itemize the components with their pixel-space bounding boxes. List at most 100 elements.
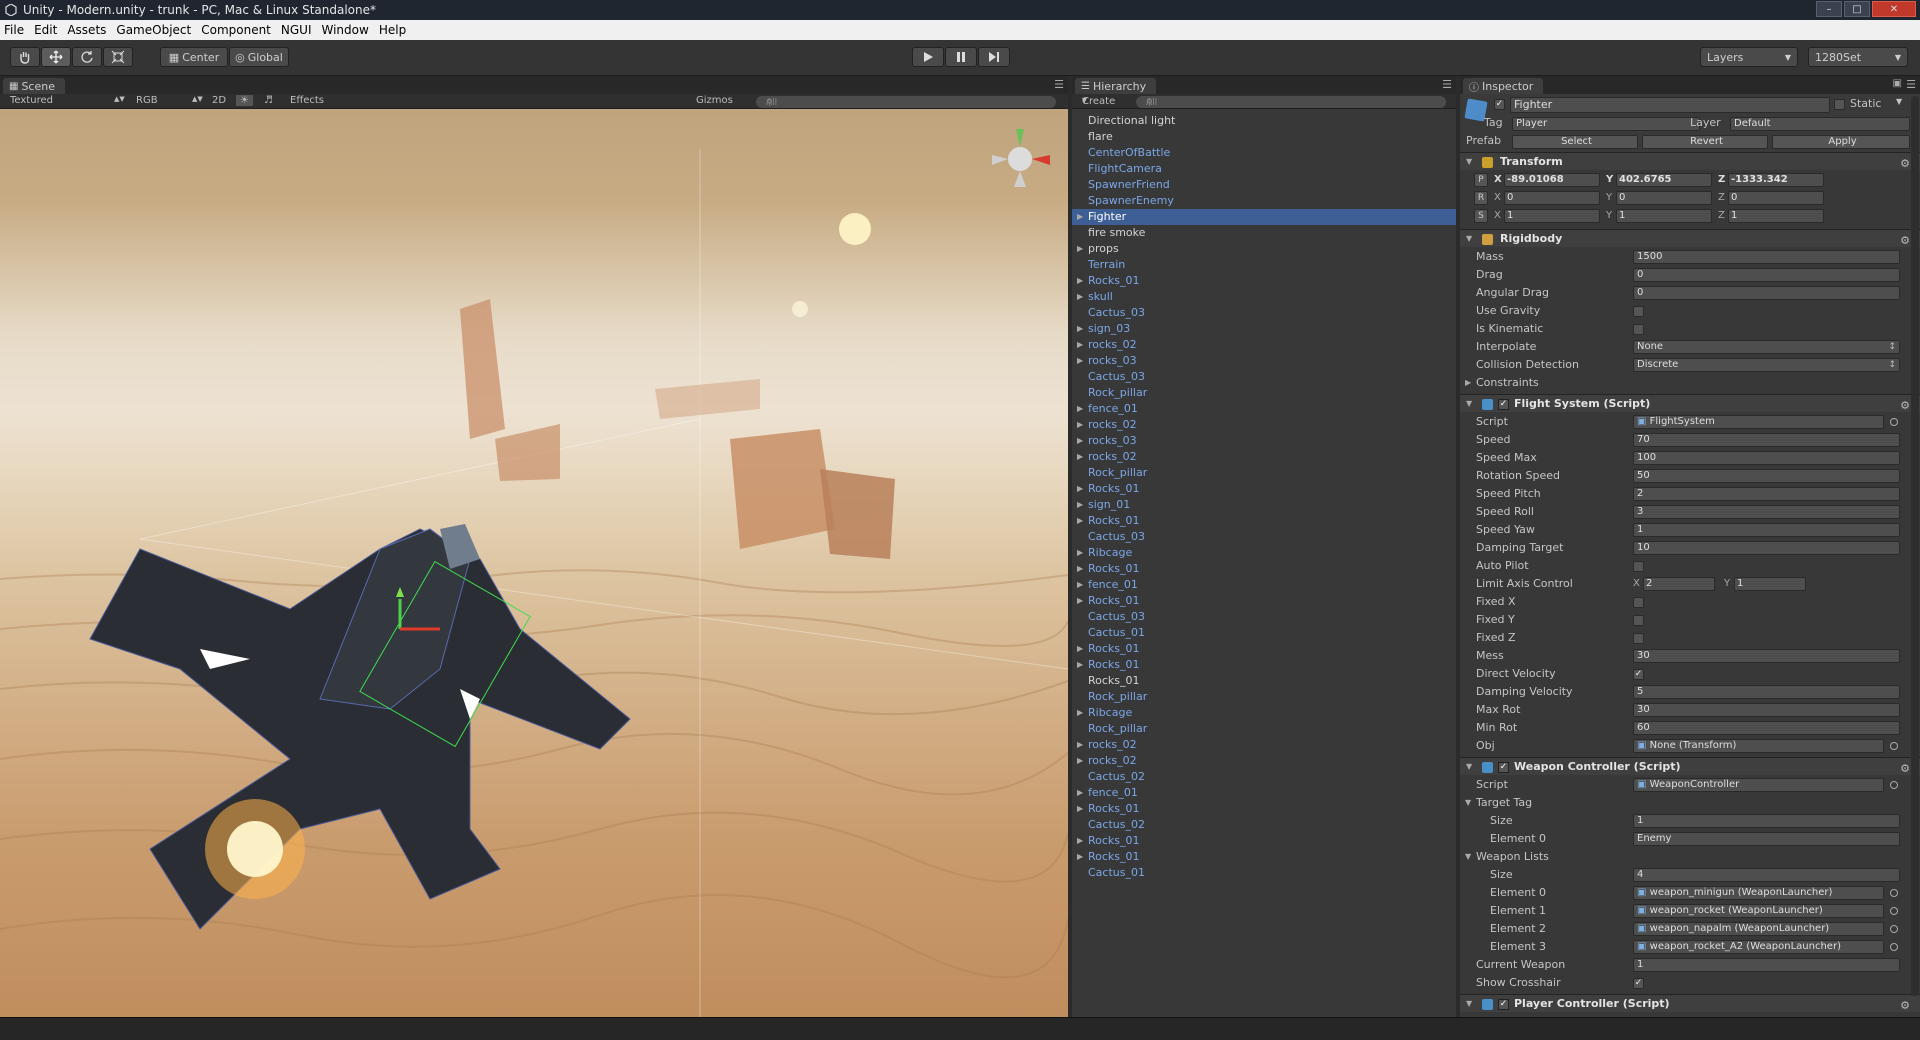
object-name-input[interactable]: Fighter [1510, 97, 1830, 113]
expand-arrow-icon[interactable]: ▶ [1077, 401, 1083, 417]
hierarchy-item[interactable]: Rock_pillar [1072, 689, 1456, 705]
play-button[interactable] [912, 47, 944, 67]
hierarchy-item[interactable]: FlightCamera [1072, 161, 1456, 177]
render-mode-dropdown[interactable]: RGB [136, 95, 158, 106]
expand-arrow-icon[interactable]: ▶ [1077, 801, 1083, 817]
expand-arrow-icon[interactable]: ▶ [1077, 417, 1083, 433]
hierarchy-item[interactable]: flare [1072, 129, 1456, 145]
property-input[interactable]: 3 [1633, 505, 1900, 519]
transform-x-input[interactable]: 0 [1504, 191, 1600, 205]
hierarchy-item[interactable]: Cactus_03 [1072, 609, 1456, 625]
property-input[interactable]: 100 [1633, 451, 1900, 465]
expand-arrow-icon[interactable]: ▶ [1077, 753, 1083, 769]
hierarchy-item[interactable]: ▶ sign_01 [1072, 497, 1456, 513]
property-checkbox[interactable] [1633, 561, 1644, 572]
property-checkbox[interactable] [1633, 306, 1644, 317]
property-dropdown[interactable]: Discrete [1633, 358, 1900, 372]
hierarchy-item[interactable]: Terrain [1072, 257, 1456, 273]
limit-x-input[interactable]: 2 [1643, 577, 1715, 591]
hierarchy-item[interactable]: ▶ Rocks_01 [1072, 513, 1456, 529]
effects-dropdown[interactable]: Effects [290, 95, 324, 106]
property-checkbox[interactable] [1633, 633, 1644, 644]
lock-icon[interactable]: ▣ [1893, 78, 1902, 89]
menu-item-gameobject[interactable]: GameObject [116, 23, 191, 37]
hierarchy-item[interactable]: Rock_pillar [1072, 721, 1456, 737]
maximize-button[interactable]: □ [1844, 1, 1870, 17]
expand-arrow-icon[interactable]: ▶ [1077, 705, 1083, 721]
transform-z-input[interactable]: 0 [1728, 191, 1824, 205]
property-checkbox[interactable]: ✓ [1633, 669, 1644, 680]
expand-arrow-icon[interactable]: ▶ [1077, 593, 1083, 609]
property-checkbox[interactable]: ✓ [1633, 978, 1644, 989]
property-input[interactable]: 1 [1633, 523, 1900, 537]
component-enabled-checkbox[interactable]: ✓ [1498, 762, 1509, 773]
expand-arrow-icon[interactable]: ▶ [1077, 433, 1083, 449]
expand-arrow-icon[interactable]: ▶ [1077, 209, 1083, 225]
player-controller-component-header[interactable]: ▼ ✓ Player Controller (Script) ⚙ [1460, 994, 1920, 1012]
hierarchy-item[interactable]: Cactus_03 [1072, 369, 1456, 385]
object-picker-icon[interactable] [1890, 781, 1898, 789]
rigidbody-component-header[interactable]: ▼ Rigidbody ⚙ [1460, 229, 1920, 247]
hierarchy-item[interactable]: ▶ Rocks_01 [1072, 801, 1456, 817]
expand-arrow-icon[interactable]: ▶ [1077, 513, 1083, 529]
expand-arrow-icon[interactable]: ▶ [1077, 545, 1083, 561]
hierarchy-item[interactable]: ▶ Rocks_01 [1072, 273, 1456, 289]
object-field[interactable]: ▣ weapon_napalm (WeaponLauncher) [1633, 922, 1884, 936]
property-input[interactable]: 50 [1633, 469, 1900, 483]
property-input[interactable]: 30 [1633, 649, 1900, 663]
menu-item-edit[interactable]: Edit [34, 23, 57, 37]
hierarchy-item[interactable]: ▶ fence_01 [1072, 577, 1456, 593]
static-checkbox[interactable] [1834, 99, 1845, 110]
transform-y-input[interactable]: 402.6765 [1616, 173, 1712, 187]
transform-y-input[interactable]: 1 [1616, 209, 1712, 223]
object-picker-icon[interactable] [1890, 742, 1898, 750]
object-field[interactable]: ▣ weapon_rocket (WeaponLauncher) [1633, 904, 1884, 918]
transform-y-input[interactable]: 0 [1616, 191, 1712, 205]
space-global-toggle[interactable]: ◎ Global [229, 47, 289, 67]
foldout-arrow-icon[interactable]: ▼ [1465, 848, 1471, 866]
weapon-controller-component-header[interactable]: ▼ ✓ Weapon Controller (Script) ⚙ [1460, 757, 1920, 775]
hierarchy-item[interactable]: ▶ Rocks_01 [1072, 833, 1456, 849]
menu-item-component[interactable]: Component [201, 23, 271, 37]
hierarchy-item[interactable]: ▶ props [1072, 241, 1456, 257]
object-picker-icon[interactable] [1890, 943, 1898, 951]
scene-viewport[interactable] [0, 109, 1068, 1020]
expand-arrow-icon[interactable]: ▶ [1077, 497, 1083, 513]
menu-item-assets[interactable]: Assets [67, 23, 106, 37]
create-dropdown[interactable]: Create ▾ [1082, 95, 1115, 107]
hierarchy-item[interactable]: CenterOfBattle [1072, 145, 1456, 161]
expand-arrow-icon[interactable]: ▶ [1077, 449, 1083, 465]
expand-arrow-icon[interactable]: ▶ [1077, 289, 1083, 305]
limit-y-input[interactable]: 1 [1734, 577, 1806, 591]
property-input[interactable]: 1 [1633, 814, 1900, 828]
hierarchy-item[interactable]: ▶ Rocks_01 [1072, 657, 1456, 673]
transform-key-button[interactable]: P [1474, 173, 1488, 187]
2d-toggle[interactable]: 2D [212, 95, 226, 106]
expand-arrow-icon[interactable]: ▶ [1077, 561, 1083, 577]
property-checkbox[interactable] [1633, 597, 1644, 608]
move-tool-button[interactable] [41, 47, 71, 67]
hierarchy-item[interactable]: ▶ rocks_02 [1072, 449, 1456, 465]
property-input[interactable]: 5 [1633, 685, 1900, 699]
hierarchy-item[interactable]: ▶ sign_03 [1072, 321, 1456, 337]
hierarchy-item[interactable]: ▶ Fighter [1072, 209, 1456, 225]
hierarchy-item[interactable]: ▶ Rocks_01 [1072, 593, 1456, 609]
panel-menu-icon[interactable]: ☰ [1054, 78, 1064, 91]
inspector-scrollbar[interactable] [1911, 96, 1919, 996]
pause-button[interactable] [945, 47, 977, 67]
hierarchy-item[interactable]: Cactus_01 [1072, 865, 1456, 881]
object-picker-icon[interactable] [1890, 889, 1898, 897]
hierarchy-item[interactable]: ▶ Ribcage [1072, 545, 1456, 561]
minimize-button[interactable]: – [1816, 1, 1842, 17]
property-input[interactable]: 30 [1633, 703, 1900, 717]
foldout-arrow-icon[interactable]: ▼ [1466, 758, 1472, 776]
expand-arrow-icon[interactable]: ▶ [1077, 353, 1083, 369]
hierarchy-item[interactable]: fire smoke [1072, 225, 1456, 241]
tag-dropdown[interactable]: Player [1512, 117, 1700, 131]
hierarchy-item[interactable]: ▶ rocks_02 [1072, 737, 1456, 753]
component-enabled-checkbox[interactable]: ✓ [1498, 399, 1509, 410]
hierarchy-item[interactable]: ▶ fence_01 [1072, 401, 1456, 417]
hierarchy-item[interactable]: ▶ Ribcage [1072, 705, 1456, 721]
hierarchy-item[interactable]: ▶ rocks_03 [1072, 353, 1456, 369]
transform-z-input[interactable]: -1333.342 [1728, 173, 1824, 187]
